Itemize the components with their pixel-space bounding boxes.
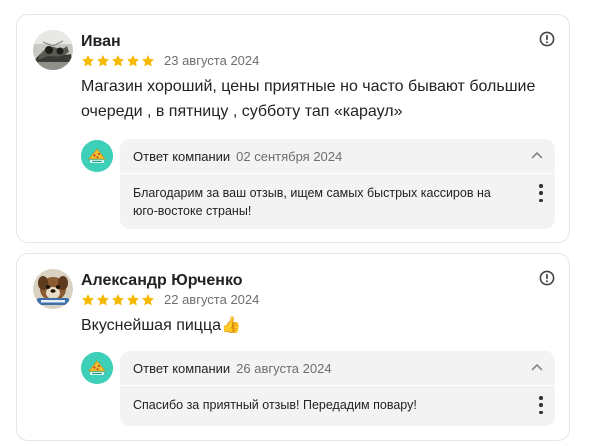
kebab-menu-icon[interactable] xyxy=(539,184,543,202)
chevron-up-icon[interactable] xyxy=(531,151,543,159)
star-icon xyxy=(141,293,155,307)
star-icon xyxy=(81,54,95,68)
star-icon xyxy=(126,54,140,68)
response-date: 26 августа 2024 xyxy=(236,361,332,376)
review-card: Александр Юрченко 22 августа 2024 Вкусне… xyxy=(16,253,570,441)
star-icon xyxy=(141,54,155,68)
exclamation-circle-icon[interactable] xyxy=(539,270,555,286)
company-logo-icon xyxy=(81,140,113,172)
response-label: Ответ компании xyxy=(133,149,231,164)
kebab-menu-icon[interactable] xyxy=(539,396,543,414)
review-text: Магазин хороший, цены приятные но часто … xyxy=(81,78,536,120)
response-header[interactable]: Ответ компании 26 августа 2024 xyxy=(133,360,332,378)
company-response: Ответ компании 26 августа 2024 Спасибо за… xyxy=(120,351,555,426)
exclamation-circle-icon[interactable] xyxy=(539,31,555,47)
star-icon xyxy=(111,293,125,307)
avatar[interactable] xyxy=(33,30,73,70)
review-card: Иван 23 августа 2024 Магазин хороший, це… xyxy=(16,14,570,243)
chevron-up-icon[interactable] xyxy=(531,363,543,371)
review-text: Вкуснейшая пицца👍 xyxy=(81,317,241,334)
avatar[interactable] xyxy=(33,269,73,309)
star-icon xyxy=(111,54,125,68)
star-icon xyxy=(96,293,110,307)
response-label: Ответ компании xyxy=(133,361,231,376)
divider xyxy=(120,173,555,174)
rating-stars xyxy=(81,54,156,68)
review-author[interactable]: Иван xyxy=(81,32,121,52)
star-icon xyxy=(81,293,95,307)
divider xyxy=(120,385,555,386)
star-icon xyxy=(96,54,110,68)
rating-stars xyxy=(81,293,156,307)
response-date: 02 сентября 2024 xyxy=(236,149,343,164)
response-text: Благодарим за ваш отзыв, ищем самых быст… xyxy=(133,186,491,218)
review-author[interactable]: Александр Юрченко xyxy=(81,271,243,291)
review-date: 23 августа 2024 xyxy=(164,53,260,68)
company-logo-icon xyxy=(81,352,113,384)
company-response: Ответ компании 02 сентября 2024 Благодари… xyxy=(120,139,555,229)
review-date: 22 августа 2024 xyxy=(164,292,260,307)
response-text: Спасибо за приятный отзыв! Передадим пов… xyxy=(133,398,417,412)
response-header[interactable]: Ответ компании 02 сентября 2024 xyxy=(133,148,342,166)
star-icon xyxy=(126,293,140,307)
